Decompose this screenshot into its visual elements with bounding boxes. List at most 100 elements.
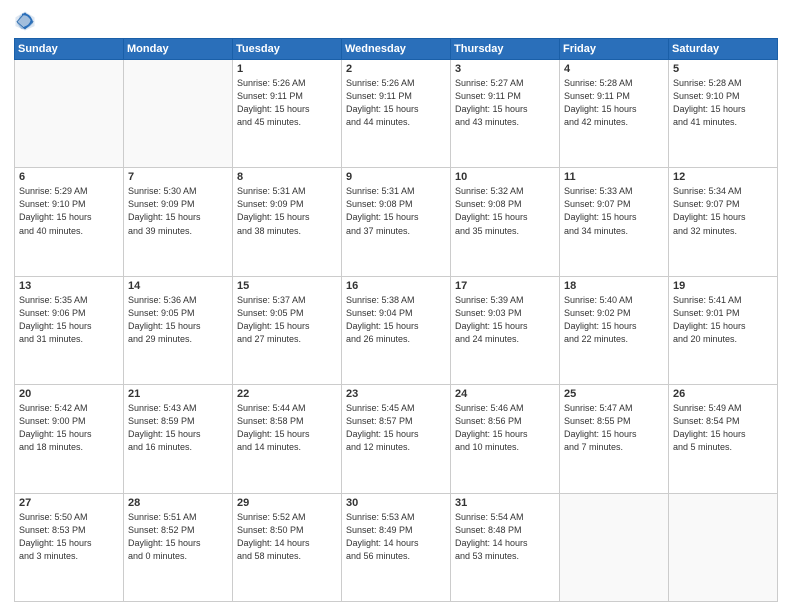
day-number: 5 <box>673 63 773 75</box>
day-number: 26 <box>673 388 773 400</box>
calendar-day-1: 1Sunrise: 5:26 AM Sunset: 9:11 PM Daylig… <box>233 60 342 168</box>
calendar-day-30: 30 Sunrise: 5:53 AM Sunset: 8:49 PM Dayli… <box>342 493 451 601</box>
weekday-header-sunday: Sunday <box>15 39 124 60</box>
weekday-header-row: SundayMondayTuesdayWednesdayThursdayFrid… <box>15 39 778 60</box>
calendar-day-11: 11 Sunrise: 5:33 AM Sunset: 9:07 PM Dayli… <box>560 168 669 276</box>
calendar-day-9: 9 Sunrise: 5:31 AM Sunset: 9:08 PM Daylig… <box>342 168 451 276</box>
day-number: 9 <box>346 171 446 183</box>
day-number: 17 <box>455 280 555 292</box>
day-info: Sunrise: 5:32 AM Sunset: 9:08 PM Dayligh… <box>455 185 555 237</box>
weekday-header-monday: Monday <box>124 39 233 60</box>
calendar-day-10: 10Sunrise: 5:32 AM Sunset: 9:08 PM Dayli… <box>451 168 560 276</box>
day-info: Sunrise: 5:31 AM Sunset: 9:08 PM Dayligh… <box>346 185 446 237</box>
calendar-day-27: 27 Sunrise: 5:50 AM Sunset: 8:53 PM Dayli… <box>15 493 124 601</box>
calendar-day-28: 28 Sunrise: 5:51 AM Sunset: 8:52 PM Dayli… <box>124 493 233 601</box>
calendar-day-16: 16 Sunrise: 5:38 AM Sunset: 9:04 PM Dayli… <box>342 276 451 384</box>
calendar-day-15: 15 Sunrise: 5:37 AM Sunset: 9:05 PM Dayli… <box>233 276 342 384</box>
day-number: 13 <box>19 280 119 292</box>
day-number: 28 <box>128 497 228 509</box>
day-info: Sunrise: 5:26 AM Sunset: 9:11 PM Dayligh… <box>237 77 337 129</box>
weekday-header-wednesday: Wednesday <box>342 39 451 60</box>
day-info: Sunrise: 5:38 AM Sunset: 9:04 PM Dayligh… <box>346 294 446 346</box>
day-info: Sunrise: 5:33 AM Sunset: 9:07 PM Dayligh… <box>564 185 664 237</box>
calendar-day-8: 8 Sunrise: 5:31 AM Sunset: 9:09 PM Daylig… <box>233 168 342 276</box>
day-info: Sunrise: 5:53 AM Sunset: 8:49 PM Dayligh… <box>346 511 446 563</box>
day-number: 11 <box>564 171 664 183</box>
calendar-day-6: 6 Sunrise: 5:29 AM Sunset: 9:10 PM Daylig… <box>15 168 124 276</box>
calendar-day-24: 24 Sunrise: 5:46 AM Sunset: 8:56 PM Dayli… <box>451 385 560 493</box>
day-info: Sunrise: 5:27 AM Sunset: 9:11 PM Dayligh… <box>455 77 555 129</box>
calendar-day-7: 7 Sunrise: 5:30 AM Sunset: 9:09 PM Daylig… <box>124 168 233 276</box>
day-number: 15 <box>237 280 337 292</box>
day-info: Sunrise: 5:47 AM Sunset: 8:55 PM Dayligh… <box>564 402 664 454</box>
day-info: Sunrise: 5:28 AM Sunset: 9:11 PM Dayligh… <box>564 77 664 129</box>
day-number: 24 <box>455 388 555 400</box>
day-number: 16 <box>346 280 446 292</box>
calendar-day-26: 26 Sunrise: 5:49 AM Sunset: 8:54 PM Dayli… <box>669 385 778 493</box>
day-info: Sunrise: 5:28 AM Sunset: 9:10 PM Dayligh… <box>673 77 773 129</box>
day-number: 14 <box>128 280 228 292</box>
day-info: Sunrise: 5:42 AM Sunset: 9:00 PM Dayligh… <box>19 402 119 454</box>
calendar-week-row: 20Sunrise: 5:42 AM Sunset: 9:00 PM Dayli… <box>15 385 778 493</box>
calendar-day-23: 23Sunrise: 5:45 AM Sunset: 8:57 PM Dayli… <box>342 385 451 493</box>
day-number: 2 <box>346 63 446 75</box>
weekday-header-thursday: Thursday <box>451 39 560 60</box>
day-number: 21 <box>128 388 228 400</box>
day-number: 7 <box>128 171 228 183</box>
day-info: Sunrise: 5:29 AM Sunset: 9:10 PM Dayligh… <box>19 185 119 237</box>
calendar-day-17: 17Sunrise: 5:39 AM Sunset: 9:03 PM Dayli… <box>451 276 560 384</box>
day-info: Sunrise: 5:37 AM Sunset: 9:05 PM Dayligh… <box>237 294 337 346</box>
calendar-day-18: 18Sunrise: 5:40 AM Sunset: 9:02 PM Dayli… <box>560 276 669 384</box>
day-info: Sunrise: 5:34 AM Sunset: 9:07 PM Dayligh… <box>673 185 773 237</box>
calendar-empty-cell <box>15 60 124 168</box>
day-info: Sunrise: 5:43 AM Sunset: 8:59 PM Dayligh… <box>128 402 228 454</box>
calendar-day-19: 19 Sunrise: 5:41 AM Sunset: 9:01 PM Dayli… <box>669 276 778 384</box>
calendar-day-21: 21 Sunrise: 5:43 AM Sunset: 8:59 PM Dayli… <box>124 385 233 493</box>
day-info: Sunrise: 5:30 AM Sunset: 9:09 PM Dayligh… <box>128 185 228 237</box>
weekday-header-tuesday: Tuesday <box>233 39 342 60</box>
day-info: Sunrise: 5:50 AM Sunset: 8:53 PM Dayligh… <box>19 511 119 563</box>
calendar-day-2: 2 Sunrise: 5:26 AM Sunset: 9:11 PM Daylig… <box>342 60 451 168</box>
day-info: Sunrise: 5:51 AM Sunset: 8:52 PM Dayligh… <box>128 511 228 563</box>
day-number: 27 <box>19 497 119 509</box>
calendar-empty-cell <box>669 493 778 601</box>
day-number: 29 <box>237 497 337 509</box>
day-info: Sunrise: 5:45 AM Sunset: 8:57 PM Dayligh… <box>346 402 446 454</box>
weekday-header-friday: Friday <box>560 39 669 60</box>
day-info: Sunrise: 5:54 AM Sunset: 8:48 PM Dayligh… <box>455 511 555 563</box>
logo <box>14 10 40 32</box>
calendar-day-14: 14 Sunrise: 5:36 AM Sunset: 9:05 PM Dayli… <box>124 276 233 384</box>
calendar-week-row: 6 Sunrise: 5:29 AM Sunset: 9:10 PM Daylig… <box>15 168 778 276</box>
header <box>14 10 778 32</box>
calendar-day-29: 29 Sunrise: 5:52 AM Sunset: 8:50 PM Dayli… <box>233 493 342 601</box>
calendar-empty-cell <box>124 60 233 168</box>
day-info: Sunrise: 5:49 AM Sunset: 8:54 PM Dayligh… <box>673 402 773 454</box>
day-info: Sunrise: 5:46 AM Sunset: 8:56 PM Dayligh… <box>455 402 555 454</box>
day-info: Sunrise: 5:26 AM Sunset: 9:11 PM Dayligh… <box>346 77 446 129</box>
day-number: 8 <box>237 171 337 183</box>
calendar-week-row: 1Sunrise: 5:26 AM Sunset: 9:11 PM Daylig… <box>15 60 778 168</box>
day-number: 19 <box>673 280 773 292</box>
calendar-day-12: 12Sunrise: 5:34 AM Sunset: 9:07 PM Dayli… <box>669 168 778 276</box>
day-number: 25 <box>564 388 664 400</box>
day-number: 31 <box>455 497 555 509</box>
calendar-day-5: 5 Sunrise: 5:28 AM Sunset: 9:10 PM Daylig… <box>669 60 778 168</box>
day-number: 30 <box>346 497 446 509</box>
day-info: Sunrise: 5:31 AM Sunset: 9:09 PM Dayligh… <box>237 185 337 237</box>
day-info: Sunrise: 5:52 AM Sunset: 8:50 PM Dayligh… <box>237 511 337 563</box>
calendar-day-20: 20Sunrise: 5:42 AM Sunset: 9:00 PM Dayli… <box>15 385 124 493</box>
day-number: 22 <box>237 388 337 400</box>
day-info: Sunrise: 5:41 AM Sunset: 9:01 PM Dayligh… <box>673 294 773 346</box>
logo-icon <box>14 10 36 32</box>
day-info: Sunrise: 5:36 AM Sunset: 9:05 PM Dayligh… <box>128 294 228 346</box>
day-number: 6 <box>19 171 119 183</box>
weekday-header-saturday: Saturday <box>669 39 778 60</box>
calendar-day-25: 25 Sunrise: 5:47 AM Sunset: 8:55 PM Dayli… <box>560 385 669 493</box>
calendar-empty-cell <box>560 493 669 601</box>
day-info: Sunrise: 5:40 AM Sunset: 9:02 PM Dayligh… <box>564 294 664 346</box>
calendar-week-row: 13Sunrise: 5:35 AM Sunset: 9:06 PM Dayli… <box>15 276 778 384</box>
day-number: 3 <box>455 63 555 75</box>
calendar-day-22: 22Sunrise: 5:44 AM Sunset: 8:58 PM Dayli… <box>233 385 342 493</box>
day-number: 4 <box>564 63 664 75</box>
calendar-week-row: 27 Sunrise: 5:50 AM Sunset: 8:53 PM Dayli… <box>15 493 778 601</box>
